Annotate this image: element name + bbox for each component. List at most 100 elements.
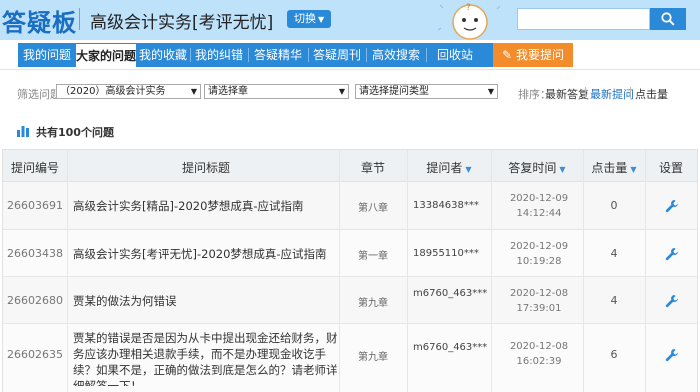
type-select[interactable]: 请选择提问类型 ▼ <box>355 84 498 99</box>
col-settings: 设置 <box>658 161 683 175</box>
search-icon <box>661 12 675 26</box>
sort-divider <box>585 87 586 98</box>
question-chapter: 第一章 <box>358 251 388 262</box>
answer-date: 2020-12-09 <box>509 241 569 252</box>
question-id: 26602680 <box>7 294 63 307</box>
question-id: 26603438 <box>7 247 63 260</box>
question-title[interactable]: 高级会计实务[精品]-2020梦想成真-应试指南 <box>73 198 339 214</box>
header-bar: 答疑板 高级会计实务[考评无忧] 切换 ▼ ? <box>0 0 700 40</box>
col-clicks[interactable]: 点击量 ▼ <box>583 159 645 176</box>
click-count: 4 <box>610 247 618 260</box>
filter-label: 筛选问题 <box>17 88 61 101</box>
sort-latest-answer[interactable]: 最新答复 <box>545 86 589 102</box>
answer-date: 2020-12-08 <box>509 341 569 352</box>
question-chapter: 第九章 <box>358 352 388 363</box>
chapter-select-value: 请选择章 <box>208 86 248 97</box>
dropdown-arrow-icon: ▼ <box>338 87 345 96</box>
chapter-select[interactable]: 请选择章 ▼ <box>204 84 349 99</box>
question-asker: m6760_463*** <box>413 342 488 353</box>
question-title[interactable]: 贾某的做法为何错误 <box>73 293 339 309</box>
sort-divider <box>630 87 631 98</box>
switch-course-button[interactable]: 切换 ▼ <box>287 10 332 28</box>
course-select[interactable]: （2020）高级会计实务 ▼ <box>56 84 201 99</box>
question-title[interactable]: 高级会计实务[考评无忧]-2020梦想成真-应试指南 <box>73 246 339 262</box>
course-title: 高级会计实务[考评无忧] <box>90 13 274 33</box>
question-chapter: 第九章 <box>358 298 388 309</box>
ask-question-button[interactable]: ✎ 我要提问 <box>493 43 573 67</box>
col-asker[interactable]: 提问者 ▼ <box>407 159 491 176</box>
sort-clicks[interactable]: 点击量 <box>635 86 668 102</box>
sort-down-icon: ▼ <box>630 165 637 174</box>
ask-label: 我要提问 <box>515 48 564 62</box>
click-count: 4 <box>610 294 618 307</box>
bar-chart-icon <box>17 126 29 137</box>
answer-date: 2020-12-09 <box>509 193 569 204</box>
svg-text:?: ? <box>466 3 471 13</box>
table-row: 26602635 贾某的错误是否是因为从卡中提出现金还给财务，财务应该办理相关退… <box>3 324 697 392</box>
column-divider <box>491 150 492 392</box>
col-id: 提问编号 <box>10 161 59 175</box>
table-header: 提问编号 提问标题 章节 提问者 ▼ 答复时间 ▼ 点击量 ▼ 设置 <box>3 150 697 182</box>
logo: 答疑板 <box>2 9 77 37</box>
tab-corrections[interactable]: 我的纠错 <box>190 43 248 67</box>
sort-down-icon: ▼ <box>559 165 566 174</box>
answer-time: 10:19:28 <box>516 256 562 267</box>
col-time[interactable]: 答复时间 ▼ <box>491 159 583 176</box>
question-asker: 18955110*** <box>413 248 479 259</box>
question-title[interactable]: 贾某的错误是否是因为从卡中提出现金还给财务，财务应该办理相关退款手续，而不是办理… <box>73 330 339 386</box>
nav-tabs: 我的问题 大家的问题 我的收藏夹 我的纠错 答疑精华 答疑周刊 高效搜索 回收站 <box>18 43 496 86</box>
table-row: 26603691 高级会计实务[精品]-2020梦想成真-应试指南 第八章 13… <box>3 182 697 230</box>
search-input[interactable] <box>517 8 650 30</box>
main-nav: 我的问题 大家的问题 我的收藏夹 我的纠错 答疑精华 答疑周刊 高效搜索 回收站 <box>0 40 700 86</box>
question-asker: 13384638*** <box>413 200 479 211</box>
tab-highlights[interactable]: 答疑精华 <box>248 43 308 67</box>
settings-cell <box>649 277 695 324</box>
answer-date: 2020-12-08 <box>509 288 569 299</box>
course-select-value: （2020）高级会计实务 <box>60 86 166 97</box>
header-divider <box>79 8 80 30</box>
answer-time: 14:12:44 <box>516 208 562 219</box>
dropdown-arrow-icon: ▼ <box>487 87 494 96</box>
tab-all-questions[interactable]: 大家的问题 <box>76 44 136 67</box>
col-clicks-label: 点击量 <box>591 161 628 175</box>
dropdown-arrow-icon: ▼ <box>190 87 197 96</box>
col-asker-label: 提问者 <box>426 161 463 175</box>
sort-latest-question[interactable]: 最新提问 <box>590 86 634 102</box>
tab-favorites[interactable]: 我的收藏夹 <box>136 43 190 86</box>
col-chapter: 章节 <box>360 161 385 175</box>
wrench-icon[interactable] <box>665 348 679 362</box>
tab-search[interactable]: 高效搜索 <box>366 43 426 67</box>
pencil-icon: ✎ <box>502 48 513 62</box>
switch-label: 切换 <box>294 12 316 25</box>
question-id: 26602635 <box>7 348 63 361</box>
wrench-icon[interactable] <box>665 294 679 308</box>
col-title: 提问标题 <box>181 161 230 175</box>
wrench-icon[interactable] <box>665 199 679 213</box>
col-time-label: 答复时间 <box>508 161 557 175</box>
column-divider <box>67 150 68 392</box>
question-chapter: 第八章 <box>358 203 388 214</box>
search-button[interactable] <box>650 8 686 30</box>
sort-down-icon: ▼ <box>465 165 472 174</box>
filter-bar: 筛选问题 （2020）高级会计实务 ▼ 请选择章 ▼ 请选择提问类型 ▼ 排序：… <box>0 76 700 108</box>
tab-weekly[interactable]: 答疑周刊 <box>308 43 366 67</box>
column-divider <box>583 150 584 392</box>
wrench-icon[interactable] <box>665 247 679 261</box>
cartoon-decoration-icon: ? <box>437 3 501 40</box>
answer-time: 16:02:39 <box>516 356 562 367</box>
column-divider <box>407 150 408 392</box>
question-asker: m6760_463*** <box>413 288 488 299</box>
settings-cell <box>649 182 695 230</box>
click-count: 0 <box>610 199 618 212</box>
column-divider <box>339 150 340 392</box>
tab-my-questions[interactable]: 我的问题 <box>18 43 76 67</box>
page: 答疑板 高级会计实务[考评无忧] 切换▼ ? 我的问题 大家的问题 我的收藏夹 <box>0 0 700 392</box>
tab-recycle-bin[interactable]: 回收站 <box>426 43 484 67</box>
count-text: 共有100个问题 <box>36 126 114 139</box>
settings-cell <box>649 324 695 392</box>
questions-table: 提问编号 提问标题 章节 提问者 ▼ 答复时间 ▼ 点击量 ▼ 设置 26603691… <box>2 149 698 392</box>
column-divider <box>645 150 646 392</box>
type-select-value: 请选择提问类型 <box>359 86 429 97</box>
caret-down-icon: ▼ <box>318 15 325 24</box>
question-id: 26603691 <box>7 199 63 212</box>
